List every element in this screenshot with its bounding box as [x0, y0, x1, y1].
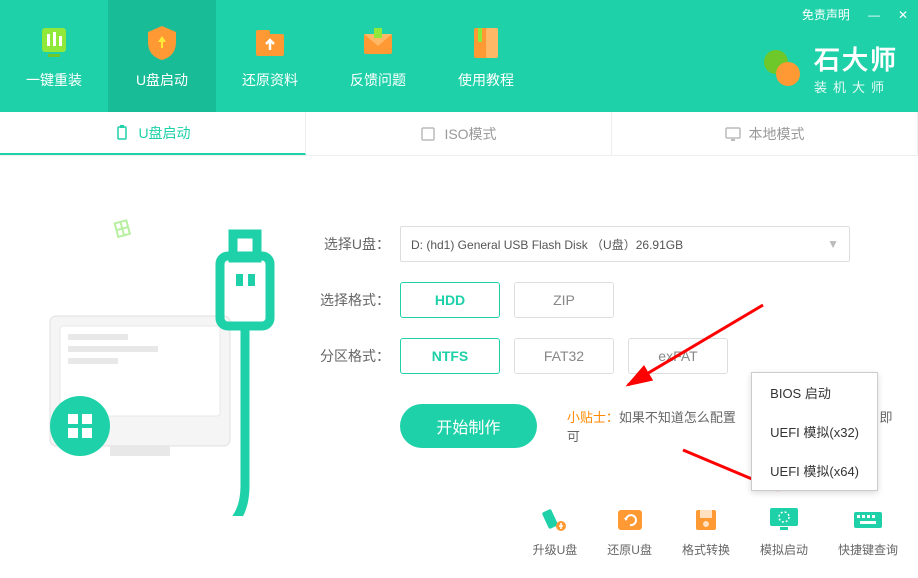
menu-uefi-x64[interactable]: UEFI 模拟(x64)	[752, 451, 877, 490]
book-icon	[466, 22, 506, 62]
bars-icon	[34, 22, 74, 62]
illustration	[20, 196, 280, 516]
tool-restore-usb[interactable]: 还原U盘	[607, 505, 652, 558]
nav-label: U盘启动	[136, 70, 188, 90]
upload-folder-icon	[250, 22, 290, 62]
nav-feedback[interactable]: 反馈问题	[324, 0, 432, 112]
tool-simulate-boot[interactable]: 模拟启动	[760, 505, 808, 558]
tool-label: 还原U盘	[607, 541, 652, 558]
disk-icon	[688, 505, 724, 535]
usb-select-label: 选择U盘：	[310, 234, 390, 254]
usb-icon	[114, 125, 130, 141]
monitor-icon	[725, 126, 741, 142]
logo-title: 石大师	[814, 40, 898, 77]
nav-label: 还原资料	[242, 70, 298, 90]
window-controls: 免责声明 — ✕	[802, 6, 908, 23]
app-header: 免责声明 — ✕ 一键重装 U盘启动 还原资料 反馈问题	[0, 0, 918, 112]
tool-label: 格式转换	[682, 541, 730, 558]
logo: 石大师 装机大师	[760, 40, 898, 96]
iso-icon	[420, 126, 436, 142]
disclaimer-link[interactable]: 免责声明	[802, 6, 850, 23]
nav-tutorial[interactable]: 使用教程	[432, 0, 540, 112]
menu-bios-boot[interactable]: BIOS 启动	[752, 373, 877, 412]
nav-label: 使用教程	[458, 70, 514, 90]
format-hdd[interactable]: HDD	[400, 282, 500, 318]
tool-upgrade-usb[interactable]: 升级U盘	[533, 505, 578, 558]
usb-select-value: D: (hd1) General USB Flash Disk （U盘）26.9…	[411, 236, 683, 253]
nav-label: 一键重装	[26, 70, 82, 90]
tab-label: 本地模式	[749, 124, 805, 144]
logo-subtitle: 装机大师	[814, 77, 898, 96]
partition-label: 分区格式：	[310, 346, 390, 366]
nav-label: 反馈问题	[350, 70, 406, 90]
start-button[interactable]: 开始制作	[400, 404, 537, 448]
menu-uefi-x32[interactable]: UEFI 模拟(x32)	[752, 412, 877, 451]
tool-format-convert[interactable]: 格式转换	[682, 505, 730, 558]
simulate-boot-menu: BIOS 启动 UEFI 模拟(x32) UEFI 模拟(x64)	[751, 372, 878, 491]
tab-label: U盘启动	[138, 123, 190, 143]
tool-hotkey-lookup[interactable]: 快捷键查询	[838, 505, 898, 558]
nav-restore[interactable]: 还原资料	[216, 0, 324, 112]
partition-fat32[interactable]: FAT32	[514, 338, 614, 374]
nav-usb-boot[interactable]: U盘启动	[108, 0, 216, 112]
tip-label: 小贴士：	[567, 410, 619, 425]
restore-icon	[612, 505, 648, 535]
tool-label: 模拟启动	[760, 541, 808, 558]
tool-label: 升级U盘	[533, 541, 578, 558]
tab-local[interactable]: 本地模式	[612, 112, 918, 155]
keyboard-icon	[850, 505, 886, 535]
tab-usb-boot[interactable]: U盘启动	[0, 112, 306, 155]
partition-exfat[interactable]: exFAT	[628, 338, 728, 374]
nav-reinstall[interactable]: 一键重装	[0, 0, 108, 112]
usb-upgrade-icon	[537, 505, 573, 535]
main-nav: 一键重装 U盘启动 还原资料 反馈问题 使用教程	[0, 0, 540, 112]
bottom-toolbar: 升级U盘 还原U盘 格式转换 模拟启动 快捷键查询	[533, 505, 898, 558]
tab-iso[interactable]: ISO模式	[306, 112, 612, 155]
partition-ntfs[interactable]: NTFS	[400, 338, 500, 374]
logo-icon	[760, 46, 804, 90]
usb-select[interactable]: D: (hd1) General USB Flash Disk （U盘）26.9…	[400, 226, 850, 262]
monitor-loading-icon	[766, 505, 802, 535]
sub-tabs: U盘启动 ISO模式 本地模式	[0, 112, 918, 156]
format-label: 选择格式：	[310, 290, 390, 310]
minimize-button[interactable]: —	[868, 8, 880, 22]
close-button[interactable]: ✕	[898, 8, 908, 22]
chevron-down-icon: ▼	[827, 237, 839, 251]
shield-icon	[142, 22, 182, 62]
tool-label: 快捷键查询	[838, 541, 898, 558]
format-zip[interactable]: ZIP	[514, 282, 614, 318]
tab-label: ISO模式	[444, 124, 496, 144]
mail-icon	[358, 22, 398, 62]
